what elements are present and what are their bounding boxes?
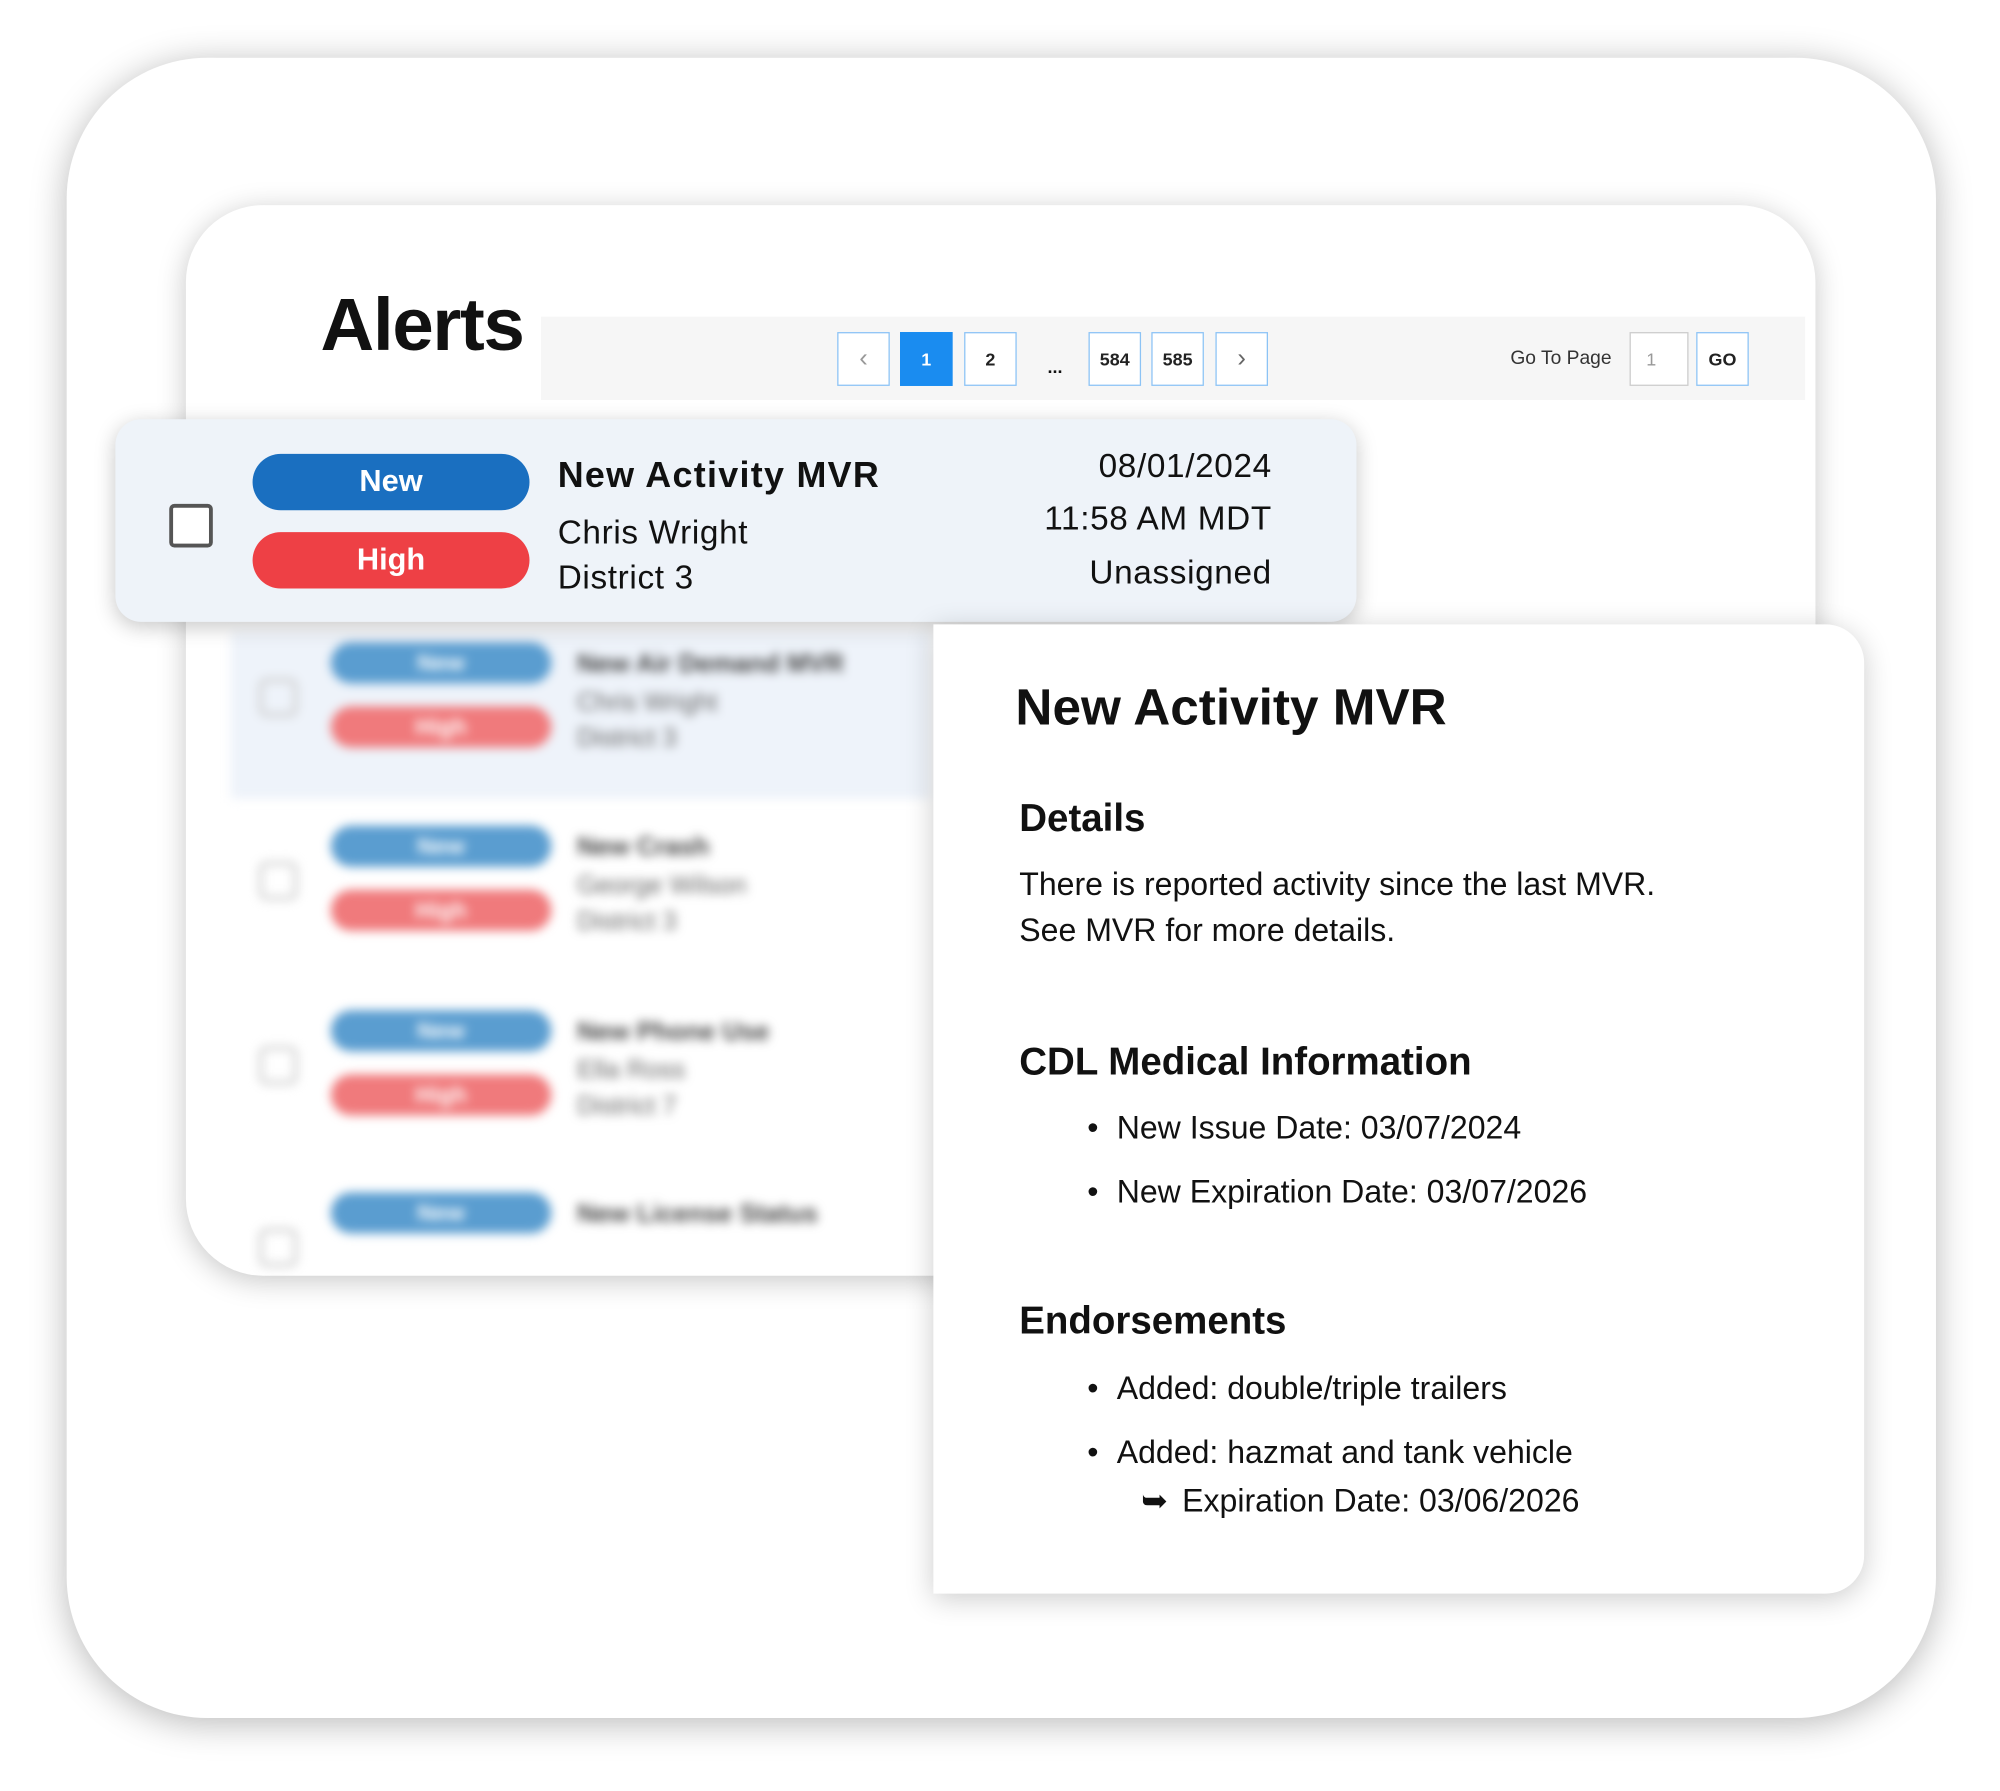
page-button-2[interactable]: 2 bbox=[964, 332, 1017, 386]
details-text-line: There is reported activity since the las… bbox=[1019, 866, 1656, 903]
status-badge: New bbox=[330, 1010, 552, 1052]
priority-badge: High bbox=[330, 1074, 552, 1116]
alert-date: 08/01/2024 bbox=[1098, 446, 1272, 485]
priority-badge: High bbox=[252, 532, 530, 589]
list-item[interactable]: New High New Crash George Wilson Distric… bbox=[231, 815, 930, 982]
page-title: Alerts bbox=[320, 283, 525, 367]
endorsement-subitem: ➥ Expiration Date: 03/06/2026 bbox=[1141, 1483, 1580, 1520]
list-item[interactable]: New High New Air Demand MVR Chris Wright… bbox=[230, 632, 930, 799]
details-text-line: See MVR for more details. bbox=[1019, 912, 1396, 949]
page-button-585[interactable]: 585 bbox=[1151, 332, 1204, 386]
page-button-1[interactable]: 1 bbox=[900, 332, 953, 386]
checkbox[interactable] bbox=[258, 861, 298, 901]
status-badge: New bbox=[330, 642, 552, 684]
pagination-ellipsis: ... bbox=[1047, 356, 1063, 377]
alert-driver: George Wilson bbox=[576, 871, 747, 901]
alert-assignee: Unassigned bbox=[1089, 552, 1272, 592]
priority-badge: High bbox=[330, 889, 552, 931]
arrow-icon: ➥ bbox=[1141, 1483, 1168, 1520]
checkbox[interactable] bbox=[258, 678, 298, 717]
alert-district: District 3 bbox=[576, 724, 677, 753]
alert-checkbox[interactable] bbox=[169, 503, 213, 548]
alert-district: District 3 bbox=[557, 557, 694, 597]
detail-title: New Activity MVR bbox=[1015, 679, 1447, 736]
cdl-heading: CDL Medical Information bbox=[1019, 1041, 1472, 1084]
status-badge: New bbox=[252, 453, 530, 511]
chevron-right-icon[interactable]: › bbox=[1215, 332, 1268, 386]
alert-time: 11:58 AM MDT bbox=[1044, 498, 1272, 538]
go-to-page-input[interactable] bbox=[1629, 332, 1689, 386]
alert-title: New Phone Use bbox=[576, 1017, 770, 1047]
chevron-left-icon[interactable]: ‹ bbox=[837, 332, 890, 386]
status-badge: New bbox=[330, 825, 552, 867]
cdl-item: • New Expiration Date: 03/07/2026 bbox=[1087, 1174, 1588, 1211]
alert-district: District 3 bbox=[576, 907, 677, 936]
list-item[interactable]: New High New Phone Use Ella Ross Distric… bbox=[231, 1000, 930, 1167]
priority-badge: High bbox=[330, 706, 552, 748]
endorsement-item: • Added: double/triple trailers bbox=[1087, 1370, 1507, 1407]
alert-title: New Crash bbox=[576, 833, 710, 862]
list-item[interactable]: New New License Status bbox=[231, 1182, 930, 1272]
checkbox[interactable] bbox=[258, 1046, 298, 1085]
checkbox[interactable] bbox=[258, 1228, 298, 1267]
cdl-item: • New Issue Date: 03/07/2024 bbox=[1087, 1110, 1522, 1147]
alert-driver: Chris Wright bbox=[576, 688, 718, 717]
alert-driver: Ella Ross bbox=[576, 1056, 686, 1085]
details-heading: Details bbox=[1019, 797, 1146, 840]
go-button[interactable]: GO bbox=[1696, 332, 1749, 386]
alert-driver: Chris Wright bbox=[557, 512, 749, 552]
endorsement-item: • Added: hazmat and tank vehicle bbox=[1087, 1434, 1573, 1471]
page-button-584[interactable]: 584 bbox=[1088, 332, 1142, 386]
alert-district: District 7 bbox=[576, 1092, 677, 1121]
endorsements-heading: Endorsements bbox=[1019, 1300, 1287, 1343]
go-to-page-label: Go To Page bbox=[1510, 347, 1612, 370]
status-badge: New bbox=[330, 1192, 552, 1234]
alert-title: New License Status bbox=[576, 1200, 818, 1229]
alert-title: New Air Demand MVR bbox=[576, 650, 844, 679]
